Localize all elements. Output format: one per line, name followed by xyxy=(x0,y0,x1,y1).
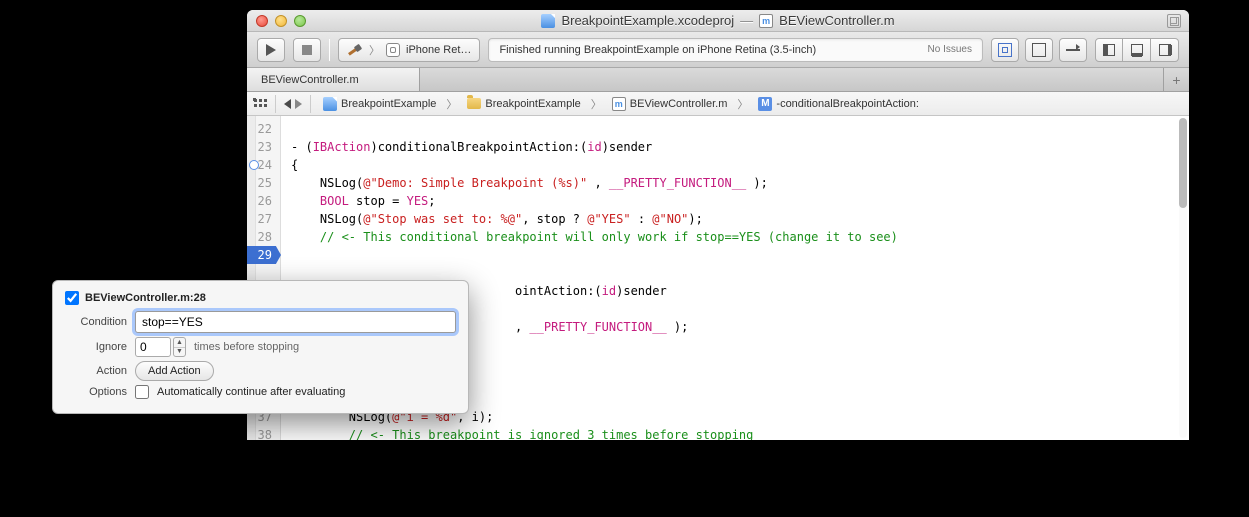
window-titlebar: BreakpointExample.xcodeproj — m BEViewCo… xyxy=(247,10,1189,32)
standard-editor-button[interactable] xyxy=(991,38,1019,62)
options-label: Options xyxy=(65,386,127,398)
stop-icon xyxy=(302,45,312,55)
ignore-label: Ignore xyxy=(65,341,127,353)
breakpoint-enabled-checkbox[interactable] xyxy=(65,291,79,305)
editor-mode-buttons xyxy=(991,38,1087,62)
line-number[interactable]: 29 xyxy=(247,246,276,264)
version-editor-button[interactable] xyxy=(1059,38,1087,62)
action-label: Action xyxy=(65,365,127,377)
project-title: BreakpointExample.xcodeproj xyxy=(561,13,734,28)
toolbar-divider xyxy=(329,39,330,61)
ignore-stepper-arrows[interactable]: ▲▼ xyxy=(173,337,186,357)
auto-continue-label: Automatically continue after evaluating xyxy=(157,386,345,398)
condition-label: Condition xyxy=(65,316,127,328)
nav-forward-button[interactable] xyxy=(295,99,302,109)
jump-bar: BreakpointExample 〉 BreakpointExample 〉 … xyxy=(247,92,1189,116)
toggle-navigator-button[interactable] xyxy=(1095,38,1123,62)
toggle-utilities-button[interactable] xyxy=(1151,38,1179,62)
line-number[interactable]: 25 xyxy=(247,174,276,192)
jump-crumb-project[interactable]: BreakpointExample xyxy=(319,97,440,111)
line-number[interactable]: 26 xyxy=(247,192,276,210)
scheme-selector[interactable]: 〉 iPhone Ret… xyxy=(338,38,480,62)
activity-view[interactable]: Finished running BreakpointExample on iP… xyxy=(488,38,983,62)
stop-button[interactable] xyxy=(293,38,321,62)
play-icon xyxy=(266,44,276,56)
jump-crumb-symbol[interactable]: M -conditionalBreakpointAction: xyxy=(754,97,922,111)
tab-label: BEViewController.m xyxy=(261,74,359,86)
tab-file[interactable]: BEViewController.m xyxy=(247,68,420,91)
chevron-up-icon: ▲ xyxy=(174,338,185,348)
vertical-scrollbar[interactable] xyxy=(1179,118,1187,438)
ignore-stepper: ▲▼ xyxy=(135,337,186,357)
jump-crumb-group[interactable]: BreakpointExample xyxy=(463,98,584,110)
auto-continue-checkbox[interactable] xyxy=(135,385,149,399)
line-number[interactable]: 24 xyxy=(247,156,276,174)
file-title: BEViewController.m xyxy=(779,13,894,28)
condition-input[interactable] xyxy=(135,311,456,333)
editor-tabs: BEViewController.m + xyxy=(247,68,1189,92)
run-button[interactable] xyxy=(257,38,285,62)
line-number[interactable]: 38 xyxy=(247,426,276,440)
objc-file-icon: m xyxy=(612,97,626,111)
app-icon xyxy=(386,43,400,57)
toolbar: 〉 iPhone Ret… Finished running Breakpoin… xyxy=(247,32,1189,68)
nav-back-button[interactable] xyxy=(284,99,291,109)
utilities-panel-icon xyxy=(1159,44,1171,56)
breakpoint-popover: BEViewController.m:28 Condition Ignore ▲… xyxy=(52,280,469,414)
scheme-target-label: iPhone Ret… xyxy=(406,44,471,56)
fullscreen-icon[interactable] xyxy=(1167,14,1181,28)
toggle-debug-button[interactable] xyxy=(1123,38,1151,62)
folder-icon xyxy=(467,98,481,109)
xcodeproj-icon xyxy=(541,14,555,28)
version-editor-icon xyxy=(1066,44,1080,56)
method-icon: M xyxy=(758,97,772,111)
code-line[interactable]: NSLog(@"Stop was set to: %@", stop ? @"Y… xyxy=(291,210,1181,228)
code-line[interactable]: // <- This breakpoint is ignored 3 times… xyxy=(291,426,1181,440)
hammer-icon xyxy=(347,42,363,58)
code-line[interactable] xyxy=(291,246,1181,264)
chevron-down-icon: ▼ xyxy=(174,348,185,357)
breakpoint-disabled-icon[interactable] xyxy=(249,160,259,170)
assistant-editor-button[interactable] xyxy=(1025,38,1053,62)
ignore-count-input[interactable] xyxy=(135,337,171,357)
objc-file-icon: m xyxy=(759,14,773,28)
status-issues: No Issues xyxy=(928,44,972,55)
debug-panel-icon xyxy=(1131,44,1143,56)
code-line[interactable]: NSLog(@"Demo: Simple Breakpoint (%s)" , … xyxy=(291,174,1181,192)
panel-visibility-buttons xyxy=(1095,38,1179,62)
line-number[interactable]: 23 xyxy=(247,138,276,156)
line-number[interactable]: 27 xyxy=(247,210,276,228)
code-line[interactable] xyxy=(291,120,1181,138)
code-line[interactable]: BOOL stop = YES; xyxy=(291,192,1181,210)
status-message: Finished running BreakpointExample on iP… xyxy=(499,44,927,56)
line-number[interactable]: 22 xyxy=(247,120,276,138)
assistant-editor-icon xyxy=(1032,43,1046,57)
add-tab-button[interactable]: + xyxy=(1163,68,1189,91)
code-line[interactable]: { xyxy=(291,156,1181,174)
xcodeproj-icon xyxy=(323,97,337,111)
jump-crumb-file[interactable]: m BEViewController.m xyxy=(608,97,732,111)
line-number[interactable]: 28 xyxy=(247,228,276,246)
add-action-button[interactable]: Add Action xyxy=(135,361,214,381)
code-line[interactable]: // <- This conditional breakpoint will o… xyxy=(291,228,1181,246)
breakpoint-title: BEViewController.m:28 xyxy=(85,292,206,304)
ignore-suffix: times before stopping xyxy=(194,341,299,353)
related-items-icon[interactable] xyxy=(253,98,267,110)
code-line[interactable]: - (IBAction)conditionalBreakpointAction:… xyxy=(291,138,1181,156)
navigator-panel-icon xyxy=(1103,44,1115,56)
window-title: BreakpointExample.xcodeproj — m BEViewCo… xyxy=(247,13,1189,28)
standard-editor-icon xyxy=(998,43,1012,57)
